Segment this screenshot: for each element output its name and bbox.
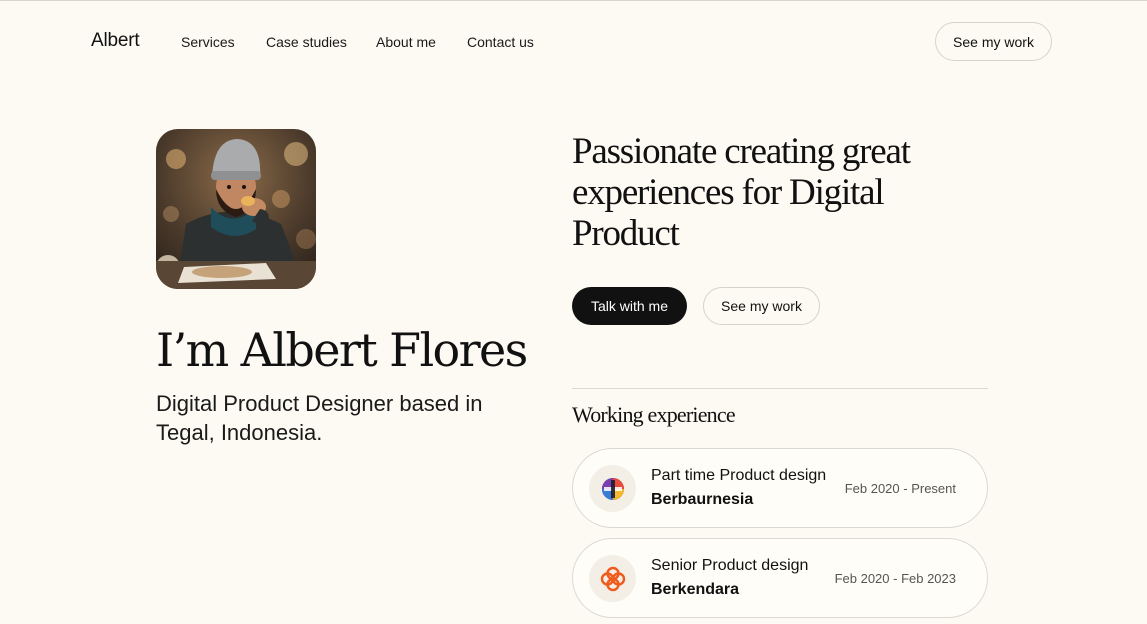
working-experience-title: Working experience — [572, 402, 736, 427]
nav-link-services[interactable]: Services — [181, 34, 235, 50]
experience-dates: Feb 2020 - Present — [844, 481, 956, 496]
see-my-work-button[interactable]: See my work — [703, 287, 820, 325]
nav-link-case-studies[interactable]: Case studies — [266, 34, 347, 50]
berkendara-logo-icon — [589, 555, 636, 602]
experience-card[interactable]: Senior Product design Berkendara Feb 202… — [572, 538, 988, 618]
top-nav: Albert Services Case studies About me Co… — [0, 1, 1147, 83]
site-logo[interactable]: Albert — [91, 30, 140, 52]
experience-company: Berbaurnesia — [651, 491, 754, 508]
hero-subtitle: Digital Product Designer based in Tegal,… — [156, 391, 483, 445]
experience-role: Senior Product design — [651, 557, 809, 574]
hero-name-heading: I’m Albert Flores — [156, 323, 528, 377]
nav-link-contact-us[interactable]: Contact us — [467, 34, 534, 50]
profile-photo-image — [156, 129, 316, 289]
nav-link-about-me[interactable]: About me — [376, 34, 436, 50]
berbaurnesia-logo-icon — [589, 465, 636, 512]
talk-with-me-button[interactable]: Talk with me — [572, 287, 687, 325]
section-divider — [572, 388, 988, 389]
profile-photo — [156, 129, 316, 289]
experience-dates: Feb 2020 - Feb 2023 — [834, 571, 956, 586]
nav-see-my-work-button[interactable]: See my work — [935, 22, 1052, 61]
hero-headline: Passionate creating great experiences fo… — [572, 131, 911, 254]
experience-role: Part time Product design — [651, 467, 827, 484]
experience-company: Berkendara — [651, 581, 740, 598]
experience-card[interactable]: Part time Product design Berbaurnesia Fe… — [572, 448, 988, 528]
